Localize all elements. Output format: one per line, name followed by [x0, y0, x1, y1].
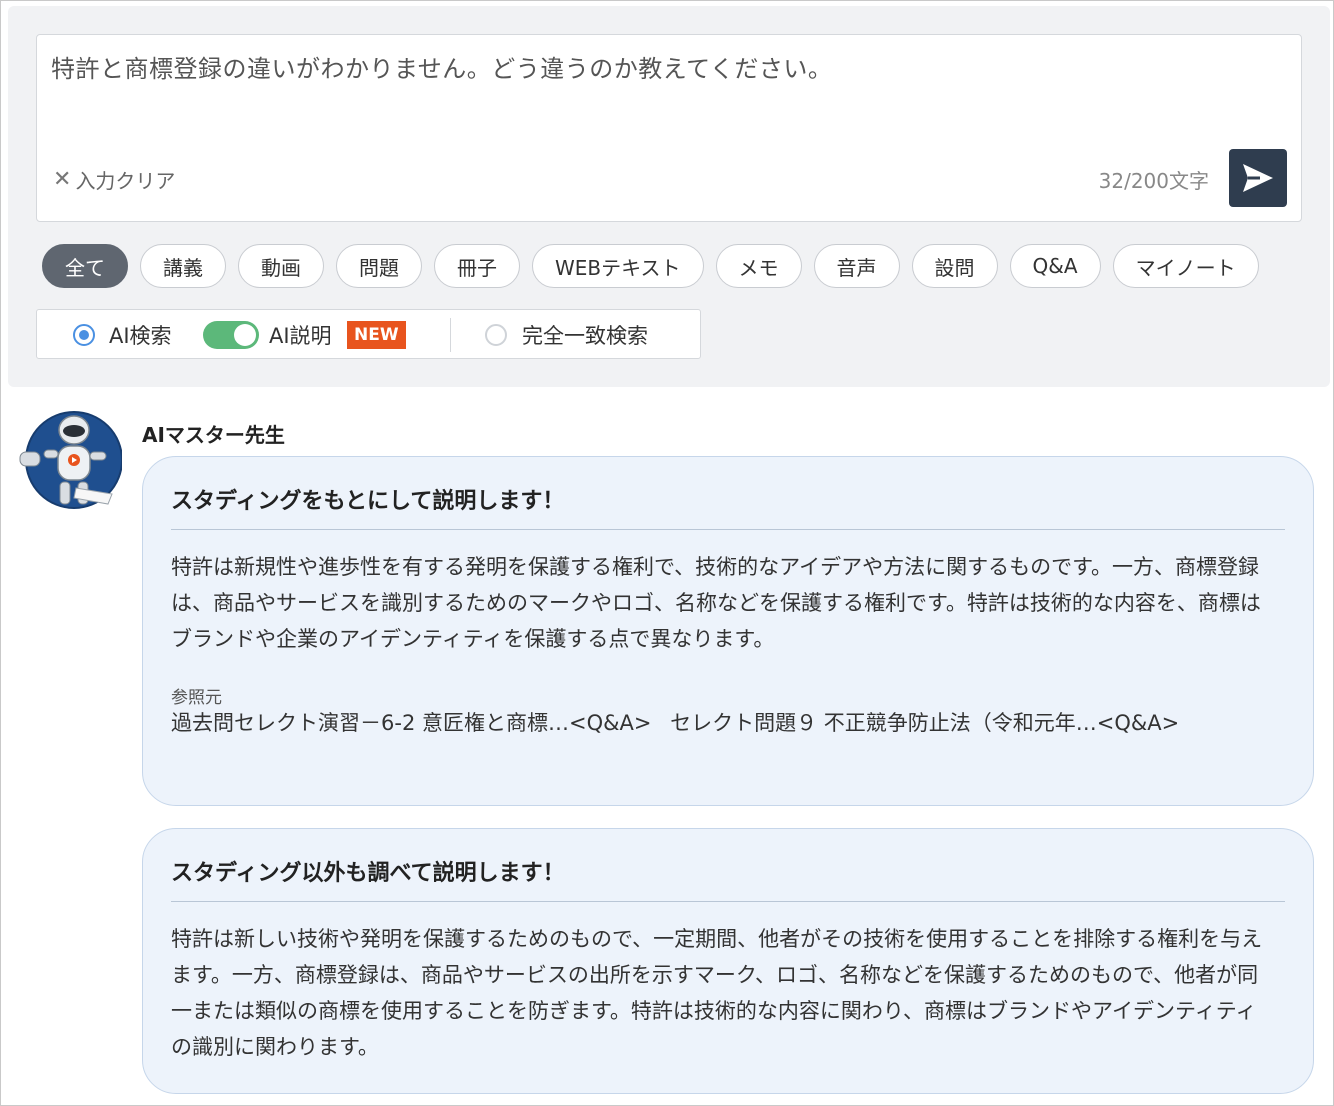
query-input[interactable]: 特許と商標登録の違いがわかりません。どう違うのか教えてください。 [51, 49, 832, 84]
filter-all[interactable]: 全て [42, 244, 128, 288]
answer-card-body: 特許は新規性や進歩性を有する発明を保護する権利で、技術的なアイデアや方法に関する… [171, 555, 1261, 651]
ai-search-radio[interactable] [73, 324, 95, 346]
speaker-name: AIマスター先生 [142, 423, 285, 447]
ai-explain-label: AI説明 [269, 324, 332, 348]
send-button[interactable] [1229, 149, 1287, 207]
query-input-box[interactable]: 特許と商標登録の違いがわかりません。どう違うのか教えてください。 ✕ 入力クリア… [36, 34, 1302, 222]
answer-card-title: スタディングをもとにして説明します！ [171, 489, 565, 514]
exact-search-label: 完全一致検索 [522, 324, 648, 348]
new-badge: NEW [347, 321, 406, 349]
search-mode-bar: AI検索 AI説明 NEW 完全一致検索 [36, 309, 701, 359]
mode-divider [450, 318, 451, 352]
filter-my-note[interactable]: マイノート [1112, 244, 1259, 288]
filter-booklet[interactable]: 冊子 [434, 244, 520, 288]
toggle-knob [234, 324, 256, 346]
filter-memo[interactable]: メモ [715, 244, 802, 288]
ai-explain-toggle[interactable] [203, 321, 259, 349]
clear-input-label: 入力クリア [75, 169, 176, 193]
close-icon: ✕ [53, 167, 72, 192]
filter-question[interactable]: 設問 [911, 244, 998, 288]
filter-web-text[interactable]: WEBテキスト [532, 244, 704, 288]
filter-problem[interactable]: 問題 [336, 244, 422, 288]
answer-card-external: スタディング以外も調べて説明します！ 特許は新しい技術や発明を保護するためのもの… [142, 828, 1314, 1094]
card-divider [171, 529, 1285, 530]
clear-input-button[interactable]: ✕ 入力クリア [53, 165, 175, 194]
card-divider [171, 901, 1285, 902]
filter-video[interactable]: 動画 [238, 244, 324, 288]
char-count: 32/200文字 [1098, 169, 1209, 193]
answer-card-body: 特許は新しい技術や発明を保護するためのもので、一定期間、他者がその技術を使用する… [171, 927, 1263, 1059]
category-filters: 全て 講義 動画 問題 冊子 WEBテキスト メモ 音声 設問 Q&A マイノー… [42, 244, 1259, 288]
reference-list: 過去問セレクト演習－6-2 意匠権と商標…<Q&A> セレクト問題９ 不正競争防… [171, 705, 1233, 742]
answer-card-title: スタディング以外も調べて説明します！ [171, 861, 565, 886]
filter-lecture[interactable]: 講義 [140, 244, 226, 288]
filter-qa[interactable]: Q&A [1009, 244, 1101, 288]
exact-search-radio[interactable] [485, 324, 507, 346]
paper-plane-icon [1243, 164, 1273, 192]
ai-search-label: AI検索 [109, 324, 172, 348]
reference-link[interactable]: セレクト問題９ 不正競争防止法（令和元年…<Q&A> [670, 711, 1179, 735]
answer-card-studying: スタディングをもとにして説明します！ 特許は新規性や進歩性を有する発明を保護する… [142, 456, 1314, 806]
reference-link[interactable]: 過去問セレクト演習－6-2 意匠権と商標…<Q&A> [171, 711, 651, 735]
filter-audio[interactable]: 音声 [813, 244, 900, 288]
robot-avatar [19, 411, 122, 509]
